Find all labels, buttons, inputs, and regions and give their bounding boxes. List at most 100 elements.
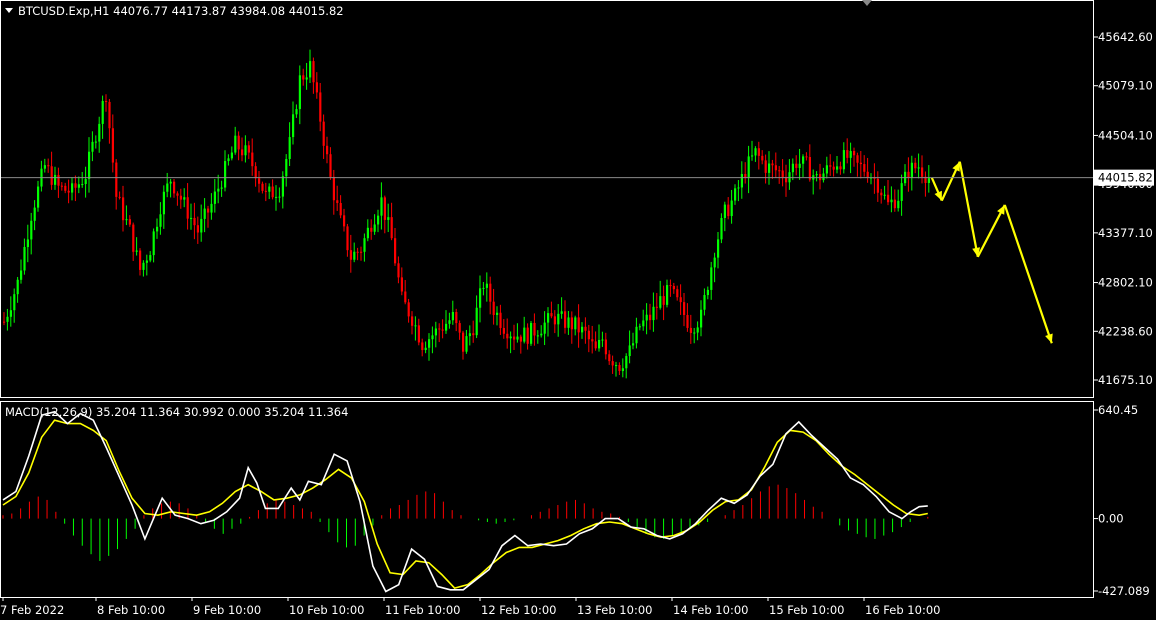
candle-body	[805, 156, 808, 158]
candle-body	[445, 323, 448, 331]
candle-body	[363, 238, 366, 252]
candle-body	[196, 225, 199, 233]
candle-body	[128, 219, 131, 225]
candle-body	[20, 270, 23, 280]
candle-body	[887, 194, 890, 203]
candle-body	[179, 195, 182, 200]
candle-body	[390, 217, 393, 239]
candle-body	[489, 283, 492, 302]
candle-body	[193, 217, 196, 226]
candle-body	[407, 302, 410, 317]
candle-body	[176, 193, 179, 196]
macd-tick-label: -427.089	[1098, 584, 1150, 598]
candle-body	[101, 101, 104, 124]
candle-body	[366, 227, 369, 239]
last-price-label: 44015.82	[1098, 171, 1153, 185]
candle-body	[621, 368, 624, 372]
candle-body	[84, 179, 87, 185]
candle-body	[921, 167, 924, 177]
candle-body	[421, 342, 424, 351]
candle-body	[791, 163, 794, 173]
candle-body	[220, 187, 223, 189]
candle-body	[400, 277, 403, 292]
candle-body	[411, 316, 414, 326]
time-tick-label: 12 Feb 10:00	[481, 603, 556, 617]
candle-body	[186, 197, 189, 219]
candle-body	[115, 162, 118, 197]
candle-body	[798, 163, 801, 168]
candle-body	[247, 145, 250, 153]
candle-body	[672, 285, 675, 290]
candle-body	[139, 250, 142, 270]
time-tick-label: 14 Feb 10:00	[673, 603, 748, 617]
candle-body	[669, 285, 672, 287]
candle-body	[149, 255, 152, 261]
chart-root: 45642.6045079.1044504.1043940.0043377.10…	[0, 0, 1154, 617]
candle-body	[241, 149, 244, 156]
candle-body	[819, 174, 822, 181]
candle-body	[234, 135, 237, 153]
candle-body	[553, 316, 556, 325]
candle-body	[159, 214, 162, 227]
candle-body	[703, 295, 706, 310]
candle-body	[108, 101, 111, 129]
candle-body	[230, 152, 233, 159]
candle-body	[394, 238, 397, 264]
candle-body	[9, 310, 12, 317]
candle-body	[455, 312, 458, 324]
candle-body	[526, 327, 529, 344]
candle-body	[3, 321, 6, 323]
candle-body	[370, 227, 373, 232]
candle-body	[210, 203, 213, 213]
candle-body	[417, 325, 420, 343]
candle-body	[475, 307, 478, 336]
candle-body	[54, 174, 57, 185]
candle-body	[258, 178, 261, 184]
candle-body	[917, 167, 920, 169]
candle-body	[897, 200, 900, 209]
price-axis: 45642.6045079.1044504.1043940.0043377.10…	[1093, 30, 1153, 387]
candle-body	[567, 317, 570, 328]
candle-body	[914, 162, 917, 169]
candle-body	[237, 135, 240, 150]
candle-body	[33, 207, 36, 221]
macd-axis: 640.45 0.00 -427.089	[1093, 403, 1150, 598]
candle-body	[856, 155, 859, 163]
candle-body	[652, 306, 655, 321]
candle-body	[213, 191, 216, 204]
candle-body	[594, 341, 597, 349]
candle-body	[768, 163, 771, 173]
candle-body	[346, 226, 349, 251]
candle-body	[50, 166, 53, 185]
candle-body	[615, 365, 618, 367]
candle-body	[329, 154, 332, 177]
candle-body	[268, 186, 271, 192]
candle-body	[523, 327, 526, 342]
candle-body	[499, 312, 502, 328]
candle-body	[60, 185, 63, 187]
price-tick-label: 43377.10	[1098, 226, 1153, 240]
candle-body	[125, 219, 128, 221]
candle-body	[676, 289, 679, 298]
candle-body	[662, 296, 665, 305]
candle-body	[509, 336, 512, 339]
candle-body	[380, 197, 383, 216]
candle-body	[485, 283, 488, 288]
candle-body	[513, 336, 516, 340]
candle-body	[519, 336, 522, 342]
candle-body	[145, 260, 148, 263]
candle-body	[6, 316, 9, 322]
candle-body	[628, 345, 631, 357]
candle-body	[496, 312, 499, 315]
candle-body	[608, 354, 611, 362]
candle-body	[591, 339, 594, 342]
candle-body	[574, 317, 577, 330]
price-chart-title: BTCUSD.Exp,H1 44076.77 44173.87 43984.08…	[18, 4, 344, 18]
candle-body	[332, 176, 335, 201]
candle-body	[825, 165, 828, 174]
candle-body	[135, 250, 138, 252]
candle-body	[893, 199, 896, 209]
candle-body	[570, 317, 573, 330]
candle-body	[611, 361, 614, 366]
macd-panel[interactable]	[0, 401, 1094, 598]
